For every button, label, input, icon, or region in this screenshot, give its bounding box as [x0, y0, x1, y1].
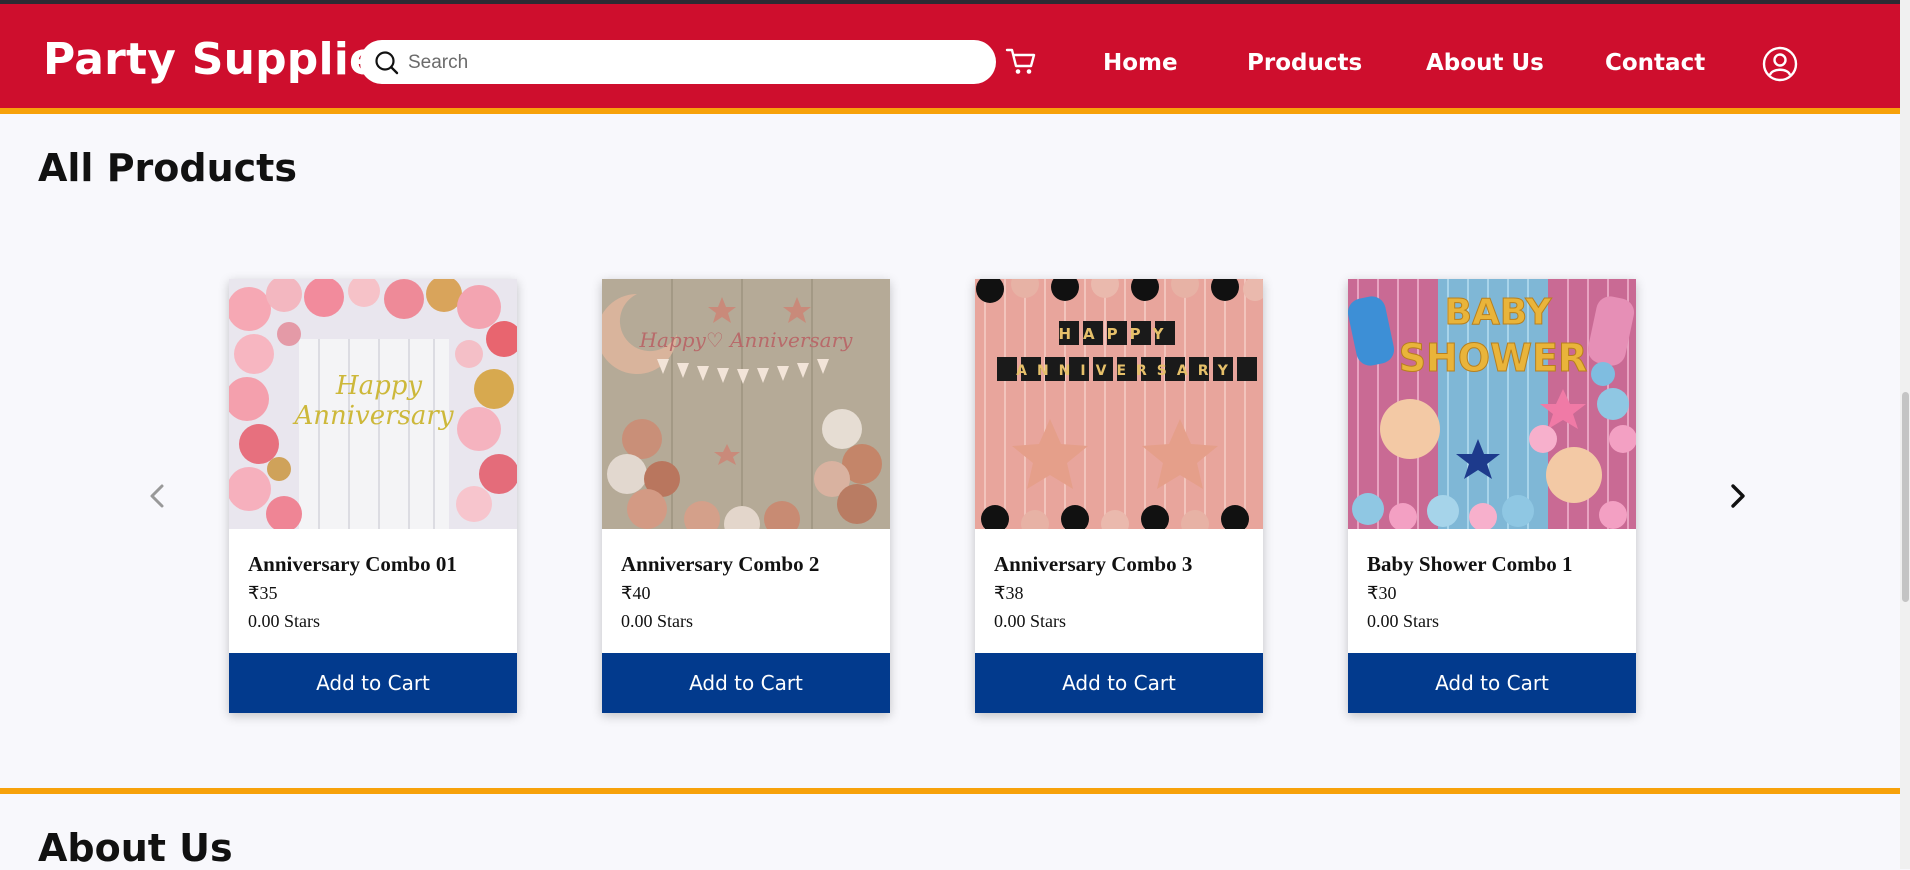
product-name[interactable]: Anniversary Combo 01: [248, 552, 457, 577]
nav-home[interactable]: Home: [1103, 50, 1178, 76]
product-card[interactable]: Happy Anniversary Anniversary Combo 01 ₹…: [229, 279, 517, 713]
search-bar[interactable]: [360, 40, 996, 84]
svg-text:BABY: BABY: [1445, 292, 1553, 333]
svg-text:SHOWER: SHOWER: [1399, 336, 1588, 380]
product-rating: 0.00 Stars: [994, 611, 1066, 631]
product-price: ₹35: [248, 583, 278, 603]
product-rating: 0.00 Stars: [1367, 611, 1439, 631]
product-price: ₹30: [1367, 583, 1397, 603]
header-accent-line: [0, 108, 1900, 114]
product-price: ₹40: [621, 583, 651, 603]
add-to-cart-button[interactable]: Add to Cart: [602, 653, 890, 713]
all-products-title: All Products: [38, 146, 297, 190]
product-image[interactable]: HAPPY ANNIVERSARY: [975, 279, 1263, 529]
nav-products[interactable]: Products: [1247, 50, 1362, 76]
brand-logo[interactable]: Party Supplies: [43, 34, 406, 85]
cart-icon[interactable]: [1004, 44, 1038, 78]
product-image[interactable]: Happy Anniversary: [229, 279, 517, 529]
search-icon: [375, 51, 399, 75]
product-image[interactable]: BABY SHOWER: [1348, 279, 1636, 529]
product-name[interactable]: Baby Shower Combo 1: [1367, 552, 1573, 577]
product-card[interactable]: Happy♡ Anniversary Anniversary Combo 2 ₹…: [602, 279, 890, 713]
page-scrollbar-thumb[interactable]: [1902, 392, 1909, 602]
svg-text:ANNIVERSARY: ANNIVERSARY: [1016, 363, 1238, 379]
product-rating: 0.00 Stars: [248, 611, 320, 631]
product-image[interactable]: Happy♡ Anniversary: [602, 279, 890, 529]
site-header: Party Supplies Home Products About Us Co…: [0, 4, 1900, 108]
product-card[interactable]: BABY SHOWER Baby Shower Combo 1 ₹30 0.00…: [1348, 279, 1636, 713]
user-account-icon[interactable]: [1762, 46, 1798, 82]
about-us-title: About Us: [38, 826, 233, 870]
product-price: ₹38: [994, 583, 1024, 603]
nav-about-us[interactable]: About Us: [1426, 50, 1544, 76]
add-to-cart-button[interactable]: Add to Cart: [229, 653, 517, 713]
chevron-right-icon[interactable]: [1722, 480, 1752, 512]
svg-text:HAPPY: HAPPY: [1058, 325, 1175, 343]
product-name[interactable]: Anniversary Combo 3: [994, 552, 1192, 577]
svg-text:Happy♡ Anniversary: Happy♡ Anniversary: [639, 328, 854, 352]
search-input[interactable]: [406, 46, 980, 80]
add-to-cart-button[interactable]: Add to Cart: [975, 653, 1263, 713]
add-to-cart-button[interactable]: Add to Cart: [1348, 653, 1636, 713]
product-name[interactable]: Anniversary Combo 2: [621, 552, 819, 577]
svg-text:Happy: Happy: [335, 371, 422, 401]
chevron-left-icon[interactable]: [143, 480, 173, 512]
svg-text:Anniversary: Anniversary: [292, 401, 453, 431]
section-divider: [0, 788, 1900, 794]
product-card[interactable]: HAPPY ANNIVERSARY Anniversary Combo 3 ₹3…: [975, 279, 1263, 713]
nav-contact[interactable]: Contact: [1605, 50, 1705, 76]
product-rating: 0.00 Stars: [621, 611, 693, 631]
